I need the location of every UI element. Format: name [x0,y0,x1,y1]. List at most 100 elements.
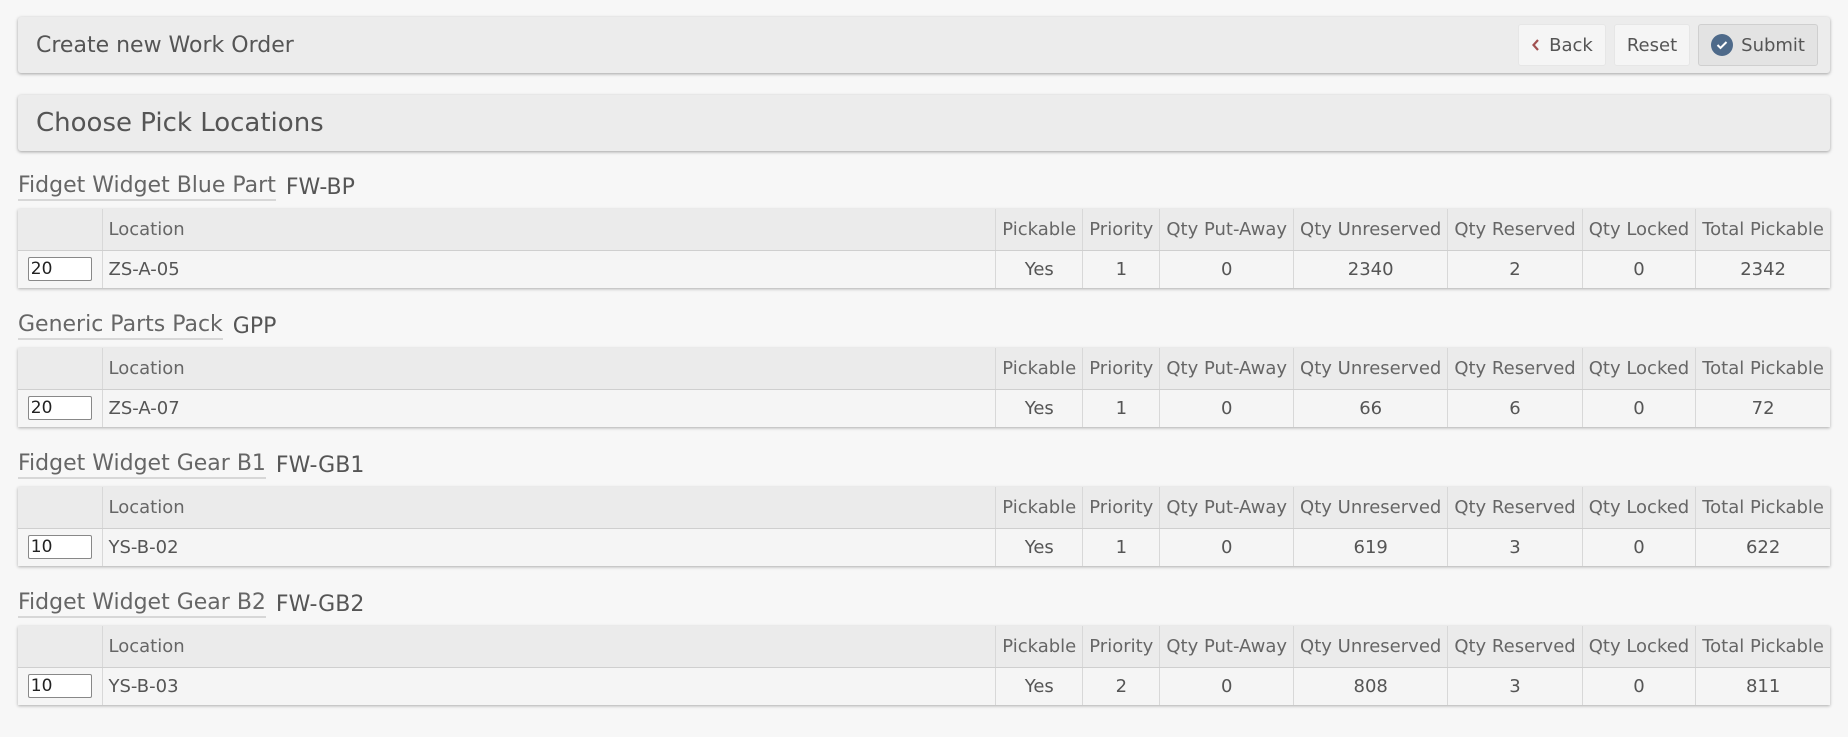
priority-cell: 2 [1082,667,1160,705]
column-header-quantity [18,348,102,390]
column-header-qty-locked: Qty Locked [1581,487,1696,529]
quantity-cell [18,528,102,566]
check-circle-icon [1711,34,1734,56]
priority-cell: 1 [1082,389,1160,427]
column-header-location: Location [101,209,996,251]
column-header-qty-reserved: Qty Reserved [1447,209,1583,251]
pick-quantity-input[interactable] [27,535,92,560]
priority-cell: 1 [1082,250,1160,288]
part-code: FW-BP [285,175,355,200]
column-header-priority: Priority [1082,626,1160,668]
page-title: Create new Work Order [36,32,294,58]
part-code: GPP [232,314,277,339]
header-bar: Create new Work Order Back Reset Submit [18,17,1830,73]
column-header-qty-put-away: Qty Put-Away [1159,209,1294,251]
pick-location-table: Location Pickable Priority Qty Put-Away … [18,626,1830,705]
pickable-cell: Yes [995,528,1083,566]
table-row: ZS-A-05 Yes 1 0 2340 2 0 2342 [18,250,1830,288]
column-header-qty-put-away: Qty Put-Away [1159,348,1294,390]
section-header: Choose Pick Locations [18,95,1830,151]
submit-button[interactable]: Submit [1698,24,1818,66]
column-header-location: Location [101,348,996,390]
column-header-qty-reserved: Qty Reserved [1447,348,1583,390]
chevron-left-icon [1531,38,1541,52]
quantity-cell [18,667,102,705]
pick-location-table: Location Pickable Priority Qty Put-Away … [18,487,1830,566]
column-header-pickable: Pickable [995,487,1083,529]
column-header-priority: Priority [1082,487,1160,529]
column-header-location: Location [101,487,996,529]
qty-unreserved-cell: 808 [1293,667,1448,705]
qty-put-away-cell: 0 [1159,250,1294,288]
column-header-qty-unreserved: Qty Unreserved [1293,487,1448,529]
submit-button-label: Submit [1741,34,1805,56]
part-heading: Fidget Widget Gear B1 FW-GB1 [18,449,1830,479]
pick-quantity-input[interactable] [27,257,92,282]
column-header-location: Location [101,626,996,668]
column-header-qty-reserved: Qty Reserved [1447,487,1583,529]
pickable-cell: Yes [995,667,1083,705]
page: Create new Work Order Back Reset Submit … [0,0,1848,705]
table-row: ZS-A-07 Yes 1 0 66 6 0 72 [18,389,1830,427]
column-header-qty-reserved: Qty Reserved [1447,626,1583,668]
location-cell: ZS-A-05 [101,250,996,288]
column-header-qty-locked: Qty Locked [1581,209,1696,251]
part-name-link[interactable]: Fidget Widget Gear B1 [18,451,266,479]
column-header-qty-locked: Qty Locked [1581,348,1696,390]
column-header-total-pickable: Total Pickable [1695,348,1830,390]
column-header-quantity [18,487,102,529]
toolbar: Back Reset Submit [1518,24,1818,66]
qty-put-away-cell: 0 [1159,667,1294,705]
pick-quantity-input[interactable] [27,674,92,699]
location-cell: YS-B-03 [101,667,996,705]
qty-reserved-cell: 3 [1447,667,1583,705]
column-header-total-pickable: Total Pickable [1695,209,1830,251]
reset-button-label: Reset [1626,34,1678,56]
qty-reserved-cell: 3 [1447,528,1583,566]
qty-put-away-cell: 0 [1159,528,1294,566]
qty-unreserved-cell: 66 [1293,389,1448,427]
column-header-priority: Priority [1082,209,1160,251]
qty-locked-cell: 0 [1581,250,1696,288]
part-block: Fidget Widget Gear B1 FW-GB1 Location Pi… [18,449,1830,566]
qty-locked-cell: 0 [1581,528,1696,566]
priority-cell: 1 [1082,528,1160,566]
qty-locked-cell: 0 [1581,667,1696,705]
part-code: FW-GB1 [275,453,365,478]
part-name-link[interactable]: Fidget Widget Blue Part [18,173,276,201]
pickable-cell: Yes [995,389,1083,427]
total-pickable-cell: 622 [1695,528,1830,566]
column-header-qty-unreserved: Qty Unreserved [1293,348,1448,390]
qty-reserved-cell: 2 [1447,250,1583,288]
pick-location-table: Location Pickable Priority Qty Put-Away … [18,209,1830,288]
column-header-qty-unreserved: Qty Unreserved [1293,209,1448,251]
column-header-qty-put-away: Qty Put-Away [1159,626,1294,668]
table-row: YS-B-03 Yes 2 0 808 3 0 811 [18,667,1830,705]
column-header-total-pickable: Total Pickable [1695,626,1830,668]
qty-put-away-cell: 0 [1159,389,1294,427]
pick-location-table: Location Pickable Priority Qty Put-Away … [18,348,1830,427]
back-button-label: Back [1549,34,1593,56]
column-header-qty-unreserved: Qty Unreserved [1293,626,1448,668]
qty-reserved-cell: 6 [1447,389,1583,427]
pick-quantity-input[interactable] [27,396,92,421]
qty-unreserved-cell: 619 [1293,528,1448,566]
part-heading: Fidget Widget Blue Part FW-BP [18,171,1830,201]
table-row: YS-B-02 Yes 1 0 619 3 0 622 [18,528,1830,566]
part-name-link[interactable]: Generic Parts Pack [18,312,223,340]
location-cell: ZS-A-07 [101,389,996,427]
back-button[interactable]: Back [1518,24,1606,66]
table-header-row: Location Pickable Priority Qty Put-Away … [18,487,1830,529]
column-header-priority: Priority [1082,348,1160,390]
column-header-pickable: Pickable [995,626,1083,668]
column-header-quantity [18,209,102,251]
part-heading: Generic Parts Pack GPP [18,310,1830,340]
qty-unreserved-cell: 2340 [1293,250,1448,288]
column-header-total-pickable: Total Pickable [1695,487,1830,529]
table-header-row: Location Pickable Priority Qty Put-Away … [18,626,1830,668]
part-name-link[interactable]: Fidget Widget Gear B2 [18,590,266,618]
reset-button[interactable]: Reset [1613,24,1691,66]
part-block: Fidget Widget Gear B2 FW-GB2 Location Pi… [18,588,1830,705]
total-pickable-cell: 2342 [1695,250,1830,288]
column-header-qty-put-away: Qty Put-Away [1159,487,1294,529]
